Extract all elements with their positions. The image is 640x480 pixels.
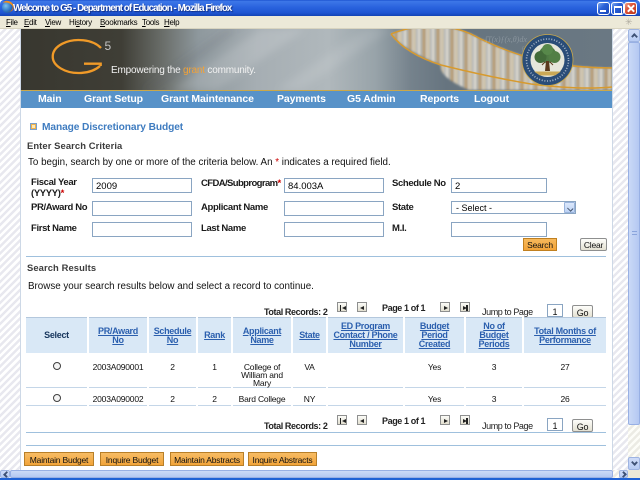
- svg-text:5: 5: [105, 39, 112, 53]
- svg-text:Empowering the grant community: Empowering the grant community.: [111, 65, 256, 76]
- svg-text:∫T(x)ƒ(x,θ)dx: ∫T(x)ƒ(x,θ)dx: [484, 35, 527, 44]
